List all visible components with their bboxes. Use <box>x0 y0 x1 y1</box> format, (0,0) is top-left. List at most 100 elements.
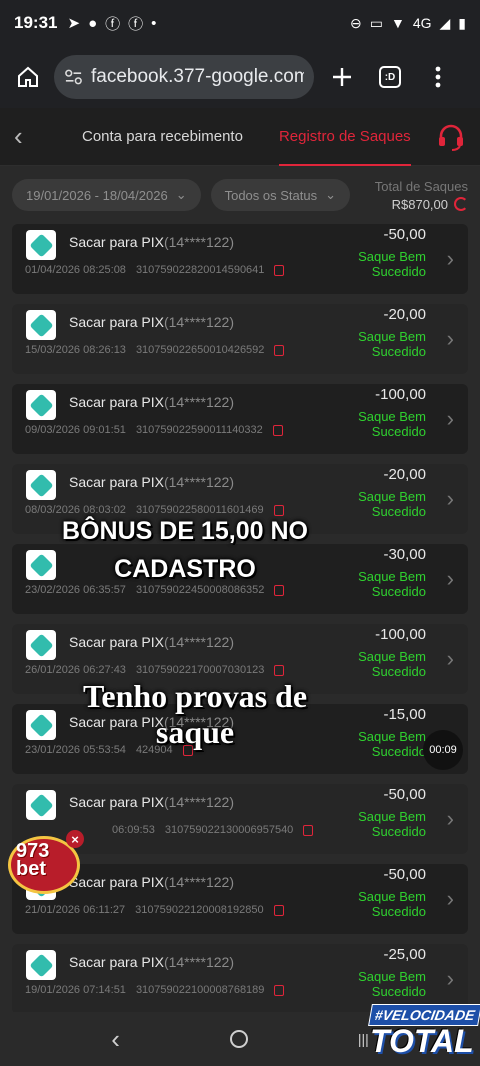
filter-bar: 19/01/2026 - 18/04/2026 ⌄ Todos os Statu… <box>0 166 480 224</box>
chevron-right-icon: › <box>446 326 454 351</box>
network-label: 4G <box>412 15 432 31</box>
date-range-value: 19/01/2026 - 18/04/2026 <box>26 187 168 203</box>
item-amount: -20,00 <box>383 306 426 323</box>
tab-switcher-button[interactable]: :D <box>370 57 410 97</box>
channel-watermark: #VELOCIDADE TOTAL <box>368 1004 480 1064</box>
tab-receiving-account[interactable]: Conta para recebimento <box>44 108 261 166</box>
chevron-right-icon: › <box>446 246 454 271</box>
item-title: Sacar para PIX <box>69 954 164 970</box>
item-account: (14****122) <box>163 474 234 490</box>
item-status: Saque Bem Sucedido <box>346 889 426 919</box>
chevron-down-icon: ⌄ <box>325 187 336 202</box>
copy-icon[interactable] <box>274 664 285 676</box>
item-status-line-1: Saque Bem <box>358 249 426 264</box>
item-id: 310759022130006957540 <box>164 824 294 836</box>
home-button[interactable] <box>10 59 46 95</box>
list-item[interactable]: Sacar para PIX(14****122) 15/03/2026 08:… <box>12 304 468 374</box>
copy-icon[interactable] <box>272 424 283 436</box>
chevron-right-icon: › <box>446 966 454 991</box>
status-filter[interactable]: Todos os Status ⌄ <box>210 179 350 211</box>
support-button[interactable] <box>436 122 466 152</box>
total-label: Total de Saques <box>374 178 468 194</box>
item-amount: -15,00 <box>383 706 426 723</box>
item-datetime: 19/01/2026 07:14:51 <box>25 984 126 996</box>
item-status-line-2: Sucedido <box>371 504 426 519</box>
tab-withdrawal-history[interactable]: Registro de Saques <box>261 108 429 166</box>
more-vertical-icon <box>435 66 441 88</box>
chat-icon: ● <box>88 14 98 32</box>
copy-icon[interactable] <box>274 264 285 276</box>
item-status: Saque Bem Sucedido <box>346 489 426 519</box>
pix-icon <box>26 950 56 980</box>
battery-icon: ▮ <box>458 14 466 31</box>
wifi-icon: ▼ <box>390 15 405 31</box>
withdrawal-total: Total de Saques R$870,00 <box>375 179 468 212</box>
copy-icon[interactable] <box>303 824 314 836</box>
item-status: Saque Bem Sucedido <box>346 409 426 439</box>
item-account: (14****122) <box>163 234 234 250</box>
promo-text: 973 bet <box>16 841 49 880</box>
chevron-right-icon: › <box>446 406 454 431</box>
item-status: Saque Bem Sucedido <box>346 729 426 759</box>
item-status-line-2: Sucedido <box>371 584 426 599</box>
plus-icon <box>333 68 351 86</box>
item-status-line-2: Sucedido <box>371 824 426 839</box>
item-amount: -30,00 <box>383 546 426 563</box>
chevron-right-icon: › <box>446 886 454 911</box>
item-status-line-1: Saque Bem <box>358 489 426 504</box>
page-tabs: ‹ Conta para recebimento Registro de Saq… <box>0 108 480 166</box>
item-title: Sacar para PIX <box>69 234 164 250</box>
item-status-line-2: Sucedido <box>371 744 426 759</box>
back-button[interactable]: ‹ <box>0 121 44 152</box>
address-bar[interactable]: facebook.377-google.com/ <box>54 55 314 99</box>
pix-icon <box>26 230 56 260</box>
item-datetime: 15/03/2026 08:26:13 <box>25 344 126 356</box>
nav-back-button[interactable]: ‹ <box>111 1024 120 1055</box>
item-status: Saque Bem Sucedido <box>346 809 426 839</box>
pix-icon <box>26 630 56 660</box>
item-status-line-1: Saque Bem <box>358 729 426 744</box>
item-amount: -100,00 <box>375 626 426 643</box>
item-status-line-1: Saque Bem <box>358 649 426 664</box>
item-status: Saque Bem Sucedido <box>346 649 426 679</box>
refresh-icon[interactable] <box>454 197 468 211</box>
pix-icon <box>26 710 56 740</box>
dnd-icon: ⊖ <box>349 14 362 31</box>
item-id: 310759022650010426592 <box>135 344 265 356</box>
item-id: 310759022590011140332 <box>135 424 263 436</box>
nav-home-button[interactable] <box>229 1030 248 1048</box>
site-settings-icon[interactable] <box>64 67 83 87</box>
item-status-line-1: Saque Bem <box>358 569 426 584</box>
list-item[interactable]: Sacar para PIX(14****122) 01/04/2026 08:… <box>12 224 468 294</box>
copy-icon[interactable] <box>273 904 284 916</box>
list-item[interactable]: Sacar para PIX(14****122) 09/03/2026 09:… <box>12 384 468 454</box>
item-account: (14****122) <box>163 874 234 890</box>
copy-icon[interactable] <box>274 984 285 996</box>
item-title: Sacar para PIX <box>69 794 164 810</box>
item-status-line-1: Saque Bem <box>358 889 426 904</box>
pix-icon <box>26 390 56 420</box>
item-status-line-2: Sucedido <box>371 664 426 679</box>
item-status-line-1: Saque Bem <box>358 969 426 984</box>
item-id: 310759022170007030123 <box>135 664 265 676</box>
item-status-line-2: Sucedido <box>371 904 426 919</box>
browser-menu-button[interactable] <box>418 57 458 97</box>
tab-count: :D <box>379 66 401 88</box>
new-tab-button[interactable] <box>322 57 362 97</box>
item-status-line-2: Sucedido <box>371 264 426 279</box>
item-amount: -50,00 <box>383 226 426 243</box>
copy-icon[interactable] <box>274 344 285 356</box>
pix-icon <box>26 310 56 340</box>
video-caption-proof: Tenho provas de saque <box>82 678 308 750</box>
item-status-line-2: Sucedido <box>371 344 426 359</box>
chevron-right-icon: › <box>446 646 454 671</box>
item-amount: -20,00 <box>383 466 426 483</box>
date-range-filter[interactable]: 19/01/2026 - 18/04/2026 ⌄ <box>12 179 201 211</box>
promo-badge[interactable]: 973 bet × <box>6 830 86 894</box>
signal-icon: ◢ <box>439 14 451 31</box>
promo-brand-line-2: bet <box>16 858 46 880</box>
nav-recents-button[interactable]: ||| <box>358 1031 369 1047</box>
close-icon[interactable]: × <box>66 830 84 848</box>
item-id: 310759022120008192850 <box>135 904 264 916</box>
watermark-line-1: #VELOCIDADE <box>368 1004 480 1026</box>
